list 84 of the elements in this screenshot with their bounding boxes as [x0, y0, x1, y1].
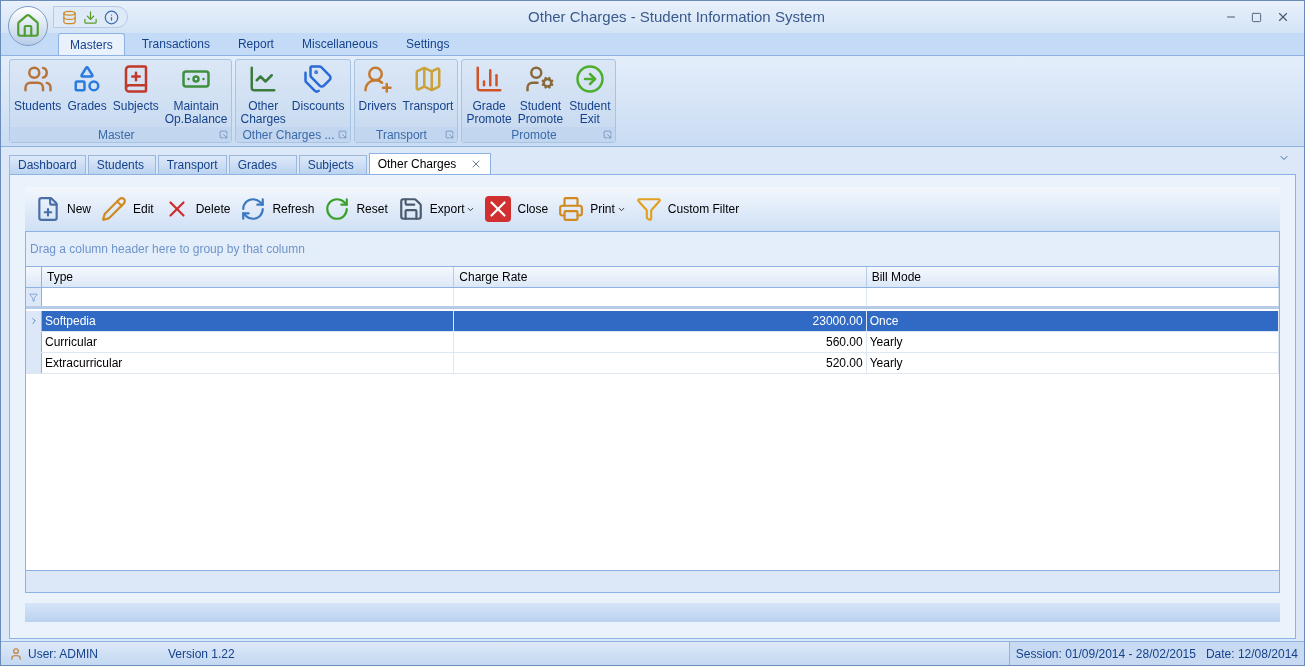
row-indicator[interactable]: [26, 311, 42, 331]
info-icon[interactable]: [104, 9, 119, 25]
table-cell: Extracurricular: [42, 353, 455, 373]
arrow-circle-icon: [574, 64, 605, 94]
grid-row[interactable]: Curricular 560.00 Yearly: [26, 332, 1279, 353]
group-caption: Other Charges ...: [242, 126, 335, 144]
print-icon: [558, 196, 585, 222]
ribbon-button[interactable]: Student Exit: [567, 64, 613, 126]
reset-icon: [324, 196, 351, 222]
tags-icon: [303, 64, 334, 94]
table-cell: Curricular: [42, 332, 455, 352]
document-tab[interactable]: Dashboard: [9, 155, 86, 174]
table-cell: 560.00: [454, 332, 867, 352]
row-indicator[interactable]: [26, 332, 42, 352]
toolbar-button[interactable]: Delete: [161, 191, 233, 227]
pencil-icon: [101, 196, 127, 222]
table-cell: Yearly: [866, 332, 1279, 352]
ribbon-tab[interactable]: Miscellaneous: [290, 33, 389, 55]
new-file-icon: [35, 196, 61, 222]
filter-row-icon: [29, 292, 38, 302]
document-tab[interactable]: Subjects: [298, 155, 367, 174]
document-tab[interactable]: Grades: [228, 155, 297, 174]
date-label: Date: 12/08/2014: [1205, 645, 1298, 663]
column-header[interactable]: Charge Rate: [454, 267, 867, 287]
group-caption: Transport: [375, 126, 428, 144]
toolbar-button[interactable]: Reset: [322, 191, 390, 227]
house-icon: [15, 13, 41, 39]
map-icon: [413, 64, 443, 94]
funnel-icon: [635, 196, 662, 222]
toolbar-button[interactable]: Print: [556, 191, 628, 227]
person-gear-icon: [525, 64, 556, 94]
app-home-button[interactable]: [8, 6, 48, 46]
grid-row[interactable]: Extracurricular 520.00 Yearly: [26, 353, 1279, 374]
ribbon-tab[interactable]: Settings: [395, 33, 461, 55]
table-cell: Yearly: [866, 353, 1279, 373]
toolbar-button[interactable]: Custom Filter: [633, 191, 742, 227]
document-tab[interactable]: Other Charges: [368, 153, 492, 174]
group-caption: Master: [96, 126, 136, 144]
people-icon: [22, 64, 53, 94]
refresh-icon: [240, 196, 267, 222]
column-header[interactable]: Bill Mode: [866, 267, 1279, 287]
user-icon: [9, 646, 23, 661]
group-caption: Promote: [510, 126, 558, 144]
user-label: User: ADMIN: [28, 645, 99, 663]
ribbon-button[interactable]: Student Promote: [515, 64, 566, 126]
dialog-launcher-icon[interactable]: [602, 130, 612, 139]
ribbon-button[interactable]: Grade Promote: [464, 64, 514, 126]
dialog-launcher-icon[interactable]: [445, 130, 455, 139]
toolbar-button[interactable]: Refresh: [238, 191, 317, 227]
table-cell: Softpedia: [42, 311, 455, 331]
toolbar-button[interactable]: New: [33, 191, 93, 227]
dialog-launcher-icon[interactable]: [219, 130, 229, 139]
column-header[interactable]: Type: [42, 267, 455, 287]
maximize-icon[interactable]: [1251, 11, 1262, 23]
ribbon-button[interactable]: Other Charges: [238, 64, 288, 126]
grid-row[interactable]: Softpedia 23000.00 Once: [26, 311, 1279, 332]
window-title: Other Charges - Student Information System: [528, 7, 825, 25]
toolbar-button[interactable]: Export: [395, 191, 478, 227]
database-icon[interactable]: [62, 9, 77, 25]
version-label: Version 1.22: [168, 645, 235, 663]
ribbon-button[interactable]: Grades: [65, 64, 109, 113]
ribbon-button[interactable]: Discounts: [289, 64, 347, 113]
ribbon-tab[interactable]: Masters: [58, 33, 125, 55]
close-icon: [485, 196, 512, 222]
close-icon[interactable]: [1276, 10, 1290, 24]
table-cell: Once: [866, 311, 1279, 331]
ribbon-button[interactable]: Students: [12, 64, 64, 113]
ribbon-tab[interactable]: Transactions: [130, 33, 221, 55]
ribbon-tab[interactable]: Report: [226, 33, 285, 55]
session-label: Session: 01/09/2014 - 28/02/2015: [1015, 645, 1196, 663]
toolbar-button[interactable]: Edit: [99, 191, 156, 227]
row-indicator[interactable]: [26, 353, 42, 373]
ribbon-button[interactable]: Drivers: [356, 64, 399, 113]
table-cell: 520.00: [454, 353, 867, 373]
toolbar-button[interactable]: Close: [483, 191, 551, 227]
group-by-hint: Drag a column header here to group by that column: [30, 241, 305, 258]
ribbon-button[interactable]: Subjects: [110, 64, 161, 113]
ribbon-button[interactable]: Transport: [400, 64, 456, 113]
ribbon-button[interactable]: Maintain Op.Balance: [162, 64, 230, 126]
dialog-launcher-icon[interactable]: [337, 130, 347, 139]
download-icon[interactable]: [83, 9, 98, 25]
document-tab[interactable]: Students: [87, 155, 156, 174]
document-tab[interactable]: Transport: [157, 155, 227, 174]
table-cell: 23000.00: [454, 311, 867, 331]
